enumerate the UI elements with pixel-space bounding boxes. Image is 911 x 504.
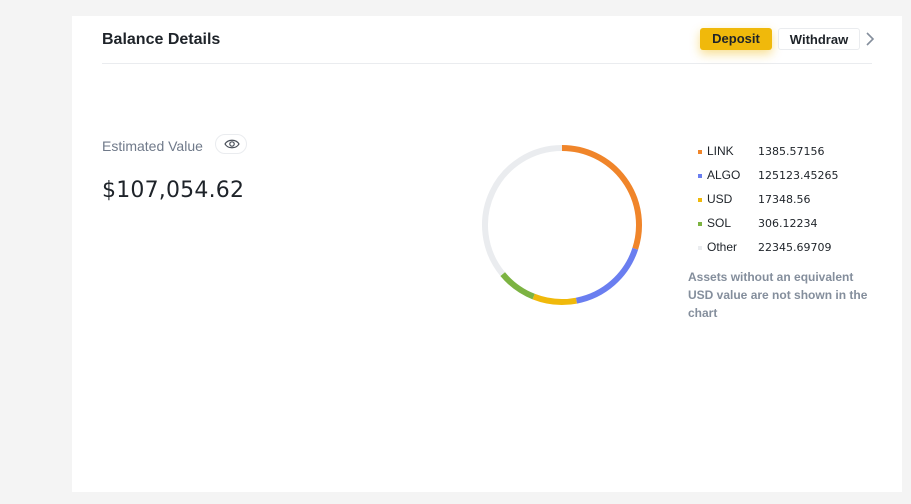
legend-name: USD <box>707 192 733 206</box>
legend-value: 22345.69709 <box>758 241 832 254</box>
donut-slice-usd <box>532 293 577 305</box>
toggle-visibility-button[interactable] <box>215 134 247 154</box>
chart-note: Assets without an equivalent USD value a… <box>688 270 868 320</box>
card-title: Balance Details <box>102 31 221 48</box>
legend-item-usd: USD 17348.56 <box>698 192 888 216</box>
asset-donut-chart <box>482 145 642 305</box>
donut-slice-link <box>561 145 642 250</box>
legend-item-sol: SOL 306.12234 <box>698 216 888 240</box>
legend-item-algo: ALGO 125123.45265 <box>698 168 888 192</box>
eye-icon <box>224 139 240 149</box>
legend-dot <box>698 174 702 178</box>
withdraw-button[interactable]: Withdraw <box>778 28 860 50</box>
chevron-right-icon[interactable] <box>864 30 876 48</box>
balance-details-card: Balance Details Deposit Withdraw Estimat… <box>72 16 902 492</box>
donut-slice-algo <box>575 247 639 304</box>
legend-value: 1385.57156 <box>758 145 825 158</box>
donut-slice-other <box>482 145 563 276</box>
legend-name: SOL <box>707 216 732 230</box>
legend-value: 306.12234 <box>758 217 818 230</box>
chart-legend: LINK 1385.57156 ALGO 125123.45265 USD 17… <box>698 144 888 264</box>
legend-dot <box>698 246 702 250</box>
donut-slice-sol <box>500 272 535 300</box>
deposit-button[interactable]: Deposit <box>700 28 772 50</box>
legend-dot <box>698 198 702 202</box>
legend-name: LINK <box>707 144 734 158</box>
legend-name: Other <box>707 240 738 254</box>
legend-name: ALGO <box>707 168 741 182</box>
legend-value: 17348.56 <box>758 193 811 206</box>
card-header: Balance Details Deposit Withdraw <box>102 16 875 64</box>
legend-value: 125123.45265 <box>758 169 839 182</box>
estimated-value-label: Estimated Value <box>102 138 203 154</box>
legend-dot <box>698 222 702 226</box>
legend-item-other: Other 22345.69709 <box>698 240 888 264</box>
legend-item-link: LINK 1385.57156 <box>698 144 888 168</box>
legend-dot <box>698 150 702 154</box>
estimated-value: $107,054.62 <box>102 178 245 203</box>
